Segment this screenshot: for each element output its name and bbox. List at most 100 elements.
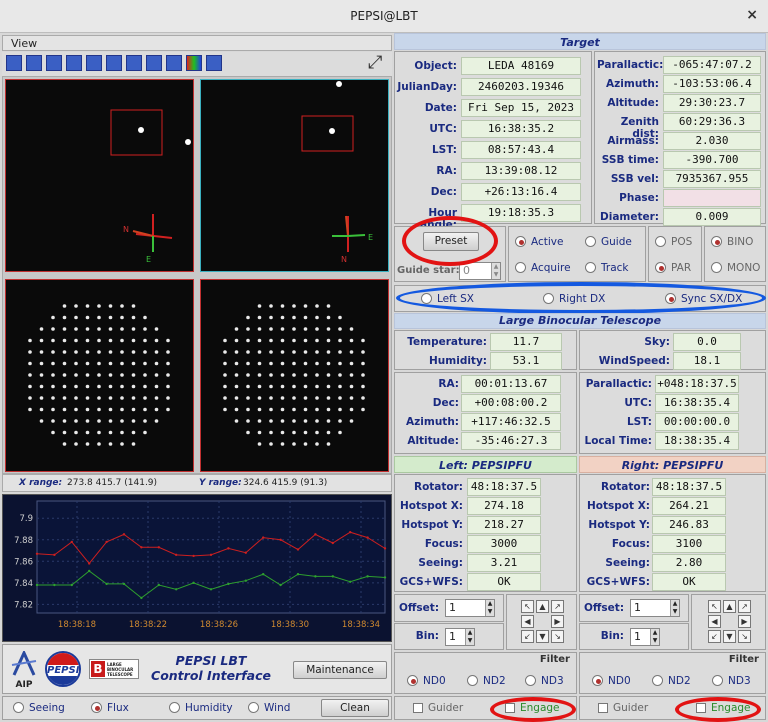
field-value: 08:57:43.4: [461, 141, 581, 159]
field-value: OK: [467, 573, 541, 591]
radio-active[interactable]: Active: [515, 236, 563, 248]
up-arrow-icon[interactable]: ▲: [536, 600, 549, 613]
stretch-icon[interactable]: [86, 55, 102, 71]
data-point: [349, 531, 352, 534]
clean-button[interactable]: Clean: [321, 699, 389, 717]
fiber-camera-right[interactable]: [200, 279, 389, 472]
zoom-in-icon[interactable]: [6, 55, 22, 71]
se-arrow-icon[interactable]: ↘: [551, 630, 564, 643]
radio-mono[interactable]: MONO: [711, 262, 760, 274]
radio-humidity[interactable]: Humidity: [169, 702, 233, 714]
fiber-spot: [131, 407, 136, 412]
fiber-spot: [28, 361, 32, 366]
right-bin-spinner[interactable]: 1 ▲ ▼: [630, 628, 660, 646]
colormap-icon[interactable]: [186, 55, 202, 71]
left-arrow-icon[interactable]: ◀: [708, 615, 721, 628]
fiber-spot: [234, 361, 239, 366]
radio-seeing[interactable]: Seeing: [13, 702, 65, 714]
left-radio-nd0[interactable]: ND0: [407, 675, 446, 687]
fiber-spot: [51, 327, 55, 331]
guide-camera-left[interactable]: N E: [5, 79, 194, 272]
fiber-spot: [39, 384, 44, 389]
rotate-icon[interactable]: [106, 55, 122, 71]
sw-arrow-icon[interactable]: ↙: [708, 630, 721, 643]
fiber-spot: [246, 315, 250, 320]
right-radio-nd2[interactable]: ND2: [652, 675, 691, 687]
field-label: Parallactic:: [597, 59, 664, 71]
data-point: [262, 536, 265, 539]
down-arrow-icon[interactable]: ▼: [536, 630, 549, 643]
y-tick-label: 7.84: [14, 579, 33, 589]
right-arrow-icon[interactable]: ▶: [551, 615, 564, 628]
fiber-spot: [120, 361, 124, 366]
field-label: GCS+WFS:: [586, 576, 650, 588]
down-arrow-icon[interactable]: ▼: [723, 630, 736, 643]
fiber-spot: [234, 396, 239, 400]
radio-bino[interactable]: BINO: [711, 236, 753, 248]
fiber-camera-left[interactable]: [5, 279, 194, 472]
fiber-spot: [257, 304, 262, 308]
left-offset-spinner[interactable]: 1 ▲ ▼: [445, 599, 495, 617]
left-guider-checkbox[interactable]: Guider: [413, 702, 463, 714]
right-guider-checkbox[interactable]: Guider: [598, 702, 648, 714]
fiber-spot: [108, 304, 113, 308]
contrast-icon[interactable]: [146, 55, 162, 71]
right-arrow-icon[interactable]: ▶: [738, 615, 751, 628]
roi-box: [110, 109, 163, 156]
up-arrow-icon[interactable]: ▲: [723, 600, 736, 613]
radio-par[interactable]: PAR: [655, 262, 691, 274]
fiber-spot: [303, 327, 308, 331]
radio-pos[interactable]: POS: [655, 236, 692, 248]
mode-panel: Active Guide Acquire Track: [508, 226, 646, 282]
pan-icon[interactable]: [46, 55, 62, 71]
left-radio-nd3[interactable]: ND3: [525, 675, 564, 687]
radio-flux[interactable]: Flux: [91, 702, 129, 714]
fiber-spot: [315, 419, 319, 423]
target-left-panel: Object: LEDA 48169 JulianDay: 2460203.19346…: [394, 51, 592, 231]
fiber-spot: [62, 361, 67, 366]
expand-icon[interactable]: ⤢: [368, 52, 382, 73]
fiber-spot: [303, 304, 308, 308]
fiber-spot: [280, 304, 285, 308]
fiber-spot: [257, 315, 262, 320]
field-label: Dec:: [432, 397, 459, 409]
left-bin-spinner[interactable]: 1 ▲ ▼: [445, 628, 475, 646]
left-radio-nd2[interactable]: ND2: [467, 675, 506, 687]
print-icon[interactable]: [206, 55, 222, 71]
zoom-out-icon[interactable]: [26, 55, 42, 71]
radio-guide[interactable]: Guide: [585, 236, 632, 248]
radio-track[interactable]: Track: [585, 262, 628, 274]
ne-arrow-icon[interactable]: ↗: [738, 600, 751, 613]
fiber-spot: [326, 396, 331, 400]
nw-arrow-icon[interactable]: ↖: [708, 600, 721, 613]
fiber-spot: [292, 338, 296, 343]
fiber-spot: [223, 384, 227, 389]
fiber-spot: [108, 350, 113, 354]
fiber-spot: [349, 396, 354, 400]
right-radio-nd3[interactable]: ND3: [712, 675, 751, 687]
fiber-spot: [108, 384, 113, 389]
sw-arrow-icon[interactable]: ↙: [521, 630, 534, 643]
close-icon[interactable]: ×: [746, 7, 758, 23]
fit-icon[interactable]: [66, 55, 82, 71]
field-label: UTC:: [429, 123, 457, 135]
fiber-spot: [74, 419, 78, 423]
guide-camera-right[interactable]: N E: [200, 79, 389, 272]
radio-wind[interactable]: Wind: [248, 702, 290, 714]
ne-arrow-icon[interactable]: ↗: [551, 600, 564, 613]
se-arrow-icon[interactable]: ↘: [738, 630, 751, 643]
menu-view[interactable]: View: [11, 37, 37, 50]
nw-arrow-icon[interactable]: ↖: [521, 600, 534, 613]
histogram-icon[interactable]: [166, 55, 182, 71]
flip-icon[interactable]: [126, 55, 142, 71]
field-label: Phase:: [619, 192, 659, 204]
radio-acquire[interactable]: Acquire: [515, 262, 571, 274]
right-offset-spinner[interactable]: 1 ▲ ▼: [630, 599, 680, 617]
left-arrow-icon[interactable]: ◀: [521, 615, 534, 628]
fiber-spot: [131, 315, 136, 320]
fiber-spot: [154, 419, 159, 423]
maintenance-button[interactable]: Maintenance: [293, 661, 387, 679]
fiber-spot: [154, 373, 159, 377]
fiber-spot: [62, 315, 67, 320]
right-radio-nd0[interactable]: ND0: [592, 675, 631, 687]
